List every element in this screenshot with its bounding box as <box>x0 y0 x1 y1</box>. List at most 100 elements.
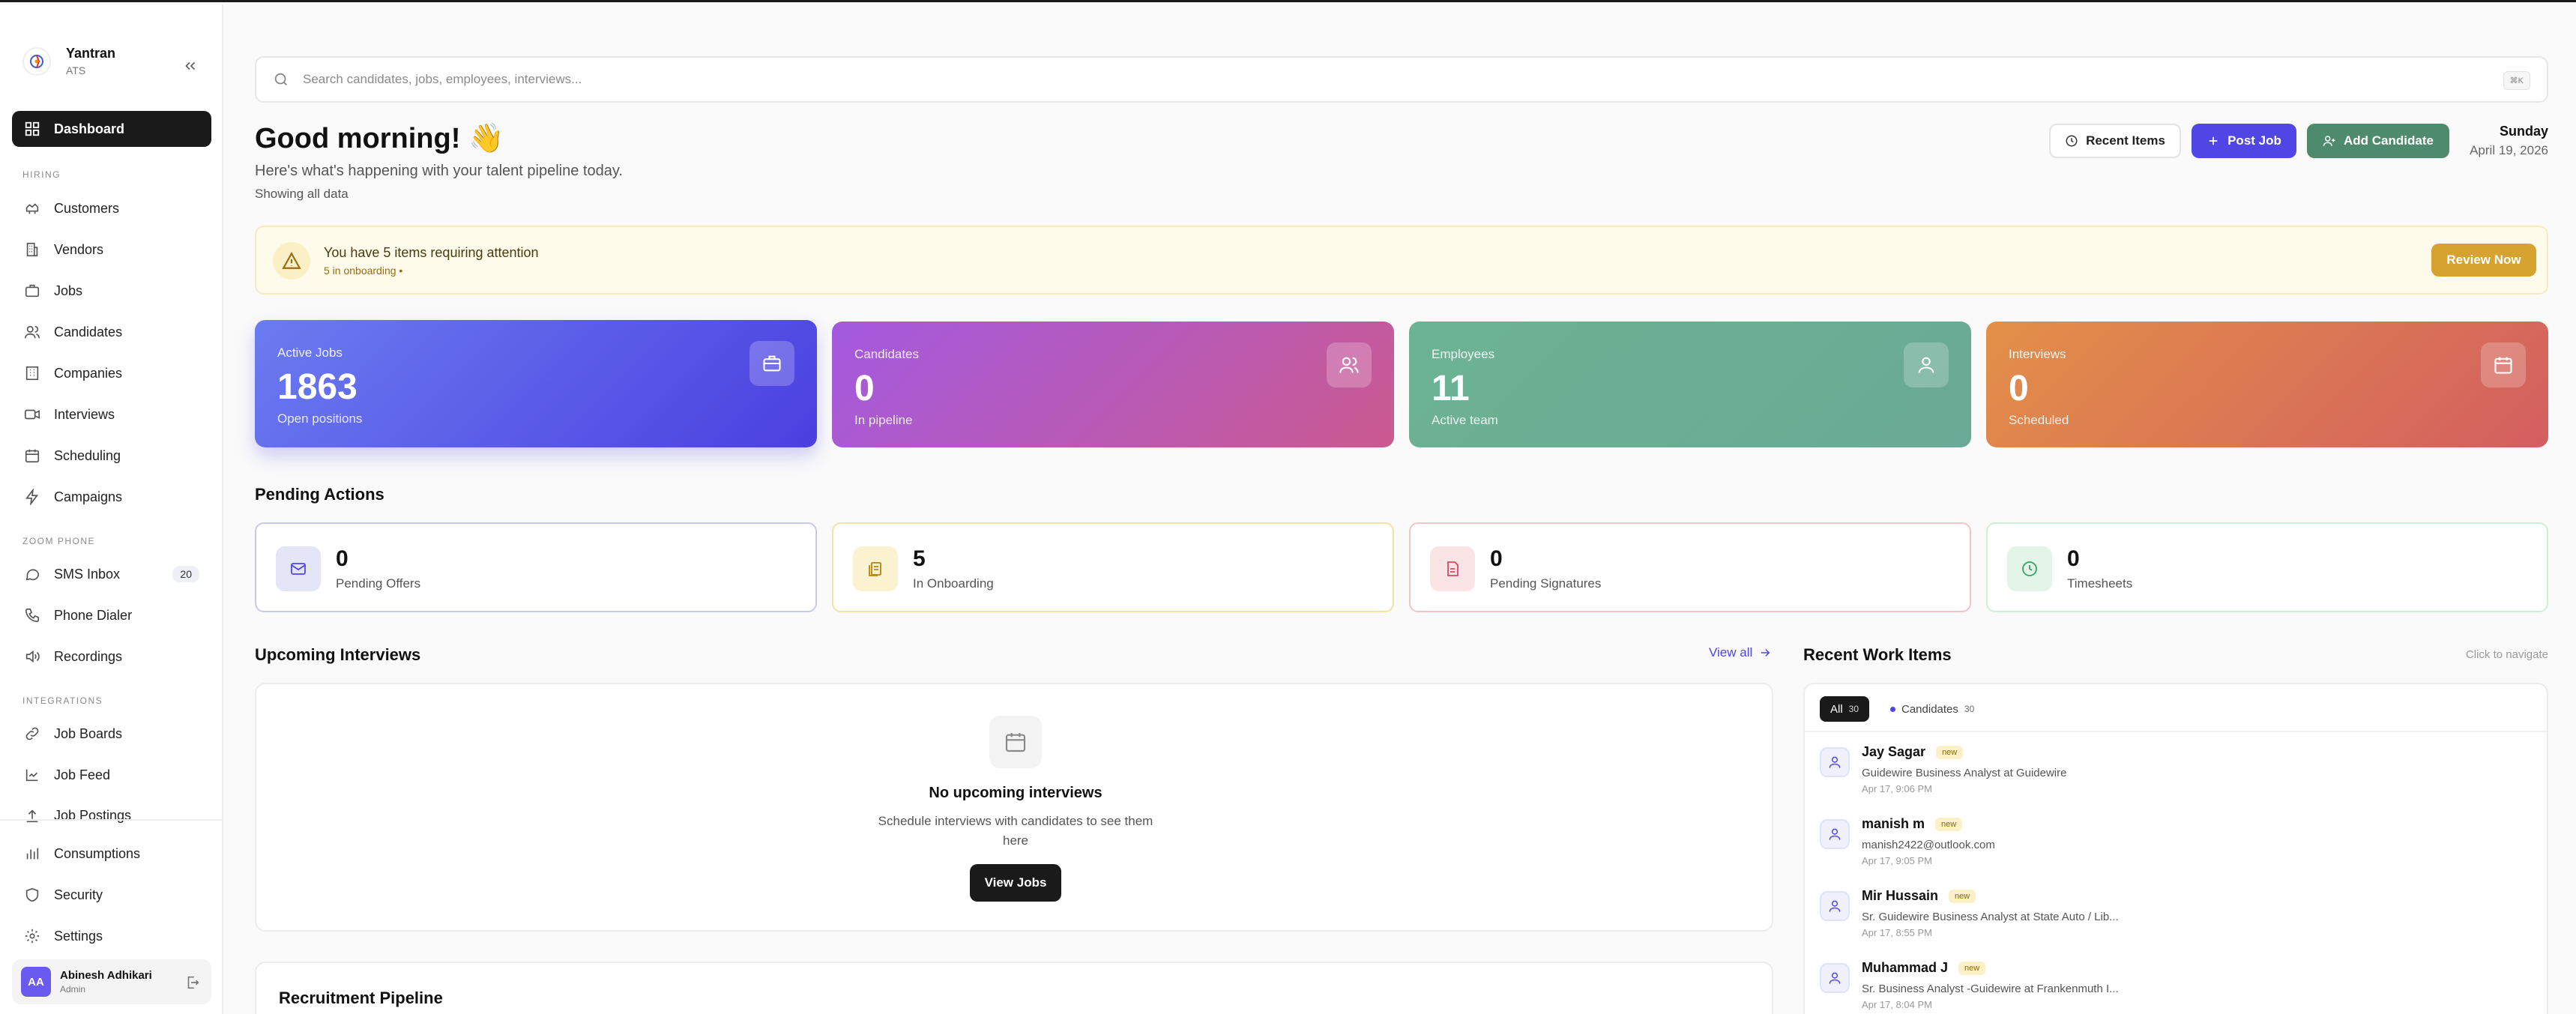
collapse-sidebar-icon[interactable] <box>180 55 201 76</box>
item-name: Muhammad J <box>1862 960 1949 975</box>
plus-icon <box>2209 136 2218 145</box>
customers-icon <box>25 203 39 214</box>
pending-value: 0 <box>2067 546 2080 571</box>
upcoming-interviews-title: Upcoming Interviews <box>255 645 421 664</box>
sidebar-item-label: Interviews <box>54 406 115 422</box>
stat-caption: Open positions <box>277 411 363 426</box>
view-all-interviews-link[interactable]: View all <box>1709 645 1772 660</box>
item-description: Sr. Business Analyst -Guidewire at Frank… <box>1862 983 2119 995</box>
sidebar-item-label: Customers <box>54 200 120 216</box>
view-all-label: View all <box>1709 645 1753 660</box>
stat-value: 0 <box>854 369 875 408</box>
sidebar-item-security[interactable]: Security <box>12 877 211 913</box>
building-icon <box>26 242 38 257</box>
sidebar-item-jobs[interactable]: Jobs <box>12 273 211 309</box>
recent-items-label: Recent Items <box>2086 133 2165 148</box>
view-jobs-button[interactable]: View Jobs <box>970 864 1061 902</box>
sidebar-item-phone-dialer[interactable]: Phone Dialer <box>12 597 211 633</box>
list-item[interactable]: Muhammad J new Sr. Business Analyst -Guid… <box>1820 960 2532 1014</box>
sidebar-item-companies[interactable]: Companies <box>12 355 211 391</box>
tab-label: All <box>1830 702 1843 716</box>
item-description: Sr. Guidewire Business Analyst at State … <box>1862 911 2119 923</box>
sidebar-item-vendors[interactable]: Vendors <box>12 232 211 268</box>
user-role: Admin <box>60 984 86 995</box>
pending-value: 5 <box>913 546 926 571</box>
pending-label: Timesheets <box>2067 576 2133 591</box>
post-job-button[interactable]: Post Job <box>2192 124 2296 158</box>
brand[interactable]: Yantran ATS <box>22 46 115 76</box>
sidebar-item-customers[interactable]: Customers <box>12 190 211 226</box>
sidebar-item-scheduling[interactable]: Scheduling <box>12 438 211 474</box>
logout-icon[interactable] <box>184 974 201 991</box>
stat-caption: Scheduled <box>2009 413 2069 427</box>
stat-card-candidates[interactable]: Candidates 0 In pipeline <box>832 322 1394 447</box>
pending-label: Pending Signatures <box>1490 576 1602 591</box>
item-timestamp: Apr 17, 8:04 PM <box>1862 999 1932 1010</box>
list-item[interactable]: Jay Sagar new Guidewire Business Analyst … <box>1820 744 2532 809</box>
pending-actions-title: Pending Actions <box>255 485 384 504</box>
stat-value: 0 <box>2009 369 2029 408</box>
stat-label: Interviews <box>2009 347 2066 361</box>
item-description: manish2422@outlook.com <box>1862 839 1995 851</box>
stat-card-interviews[interactable]: Interviews 0 Scheduled <box>1986 322 2548 447</box>
tab-all[interactable]: All 30 <box>1820 696 1870 722</box>
stat-caption: In pipeline <box>854 413 913 427</box>
section-hiring: HIRING <box>22 169 61 180</box>
item-timestamp: Apr 17, 9:06 PM <box>1862 783 1932 794</box>
brand-logo-icon <box>22 46 51 76</box>
sidebar-item-interviews[interactable]: Interviews <box>12 396 211 432</box>
user-card[interactable]: AA Abinesh Adhikari Admin <box>12 959 211 1004</box>
sidebar-divider <box>0 819 222 821</box>
stat-value: 11 <box>1432 369 1470 408</box>
calendar-icon <box>989 716 1042 768</box>
tab-divider <box>1805 731 2547 732</box>
pending-signatures-card[interactable]: 0 Pending Signatures <box>1409 522 1971 612</box>
stat-card-active-jobs[interactable]: Active Jobs 1863 Open positions <box>255 320 817 447</box>
sidebar-item-consumptions[interactable]: Consumptions <box>12 836 211 872</box>
review-now-button[interactable]: Review Now <box>2431 244 2536 277</box>
sidebar-item-sms-inbox[interactable]: SMS Inbox 20 <box>12 556 211 592</box>
recent-items-button[interactable]: Recent Items <box>2049 124 2181 158</box>
brand-sub: ATS <box>66 64 86 76</box>
add-candidate-label: Add Candidate <box>2344 133 2434 148</box>
search-shortcut: ⌘K <box>2503 71 2530 90</box>
sidebar-item-candidates[interactable]: Candidates <box>12 314 211 350</box>
add-candidate-button[interactable]: Add Candidate <box>2307 124 2449 158</box>
item-name: Jay Sagar <box>1862 744 1926 759</box>
stat-card-employees[interactable]: Employees 11 Active team <box>1409 322 1971 447</box>
users-icon <box>25 325 40 339</box>
stat-label: Employees <box>1432 347 1495 361</box>
user-icon <box>1820 963 1850 993</box>
user-icon <box>1820 747 1850 777</box>
timesheets-card[interactable]: 0 Timesheets <box>1986 522 2548 612</box>
sidebar-item-label: Campaigns <box>54 489 123 504</box>
global-search[interactable]: ⌘K <box>255 56 2548 103</box>
tab-candidates[interactable]: Candidates 30 <box>1880 696 1985 722</box>
pending-label: Pending Offers <box>336 576 421 591</box>
clock-icon <box>2066 135 2078 147</box>
in-onboarding-card[interactable]: 5 In Onboarding <box>832 522 1394 612</box>
stat-caption: Active team <box>1432 413 1498 427</box>
pending-offers-card[interactable]: 0 Pending Offers <box>255 522 817 612</box>
sidebar-item-job-feed[interactable]: Job Feed <box>12 757 211 793</box>
gear-icon <box>25 929 40 944</box>
search-input[interactable] <box>303 72 2401 87</box>
briefcase-icon <box>749 341 794 386</box>
sidebar-item-dashboard[interactable]: Dashboard <box>12 111 211 147</box>
alert-title: You have 5 items requiring attention <box>324 245 539 260</box>
sidebar-item-settings[interactable]: Settings <box>12 918 211 954</box>
tab-label: Candidates <box>1901 702 1958 716</box>
sidebar-item-campaigns[interactable]: Campaigns <box>12 479 211 515</box>
item-description: Guidewire Business Analyst at Guidewire <box>1862 767 2067 779</box>
stat-label: Candidates <box>854 347 920 361</box>
item-name: Mir Hussain <box>1862 888 1939 903</box>
video-icon <box>25 409 40 420</box>
sidebar-item-label: Consumptions <box>54 845 141 861</box>
sidebar-item-job-boards[interactable]: Job Boards <box>12 716 211 752</box>
list-item[interactable]: Mir Hussain new Sr. Guidewire Business An… <box>1820 888 2532 953</box>
clipboard-icon <box>853 546 898 591</box>
list-item[interactable]: manish m new manish2422@outlook.com Apr 1… <box>1820 816 2532 881</box>
sidebar-item-recordings[interactable]: Recordings <box>12 639 211 675</box>
user-plus-icon <box>2323 136 2335 146</box>
item-timestamp: Apr 17, 9:05 PM <box>1862 855 1932 866</box>
